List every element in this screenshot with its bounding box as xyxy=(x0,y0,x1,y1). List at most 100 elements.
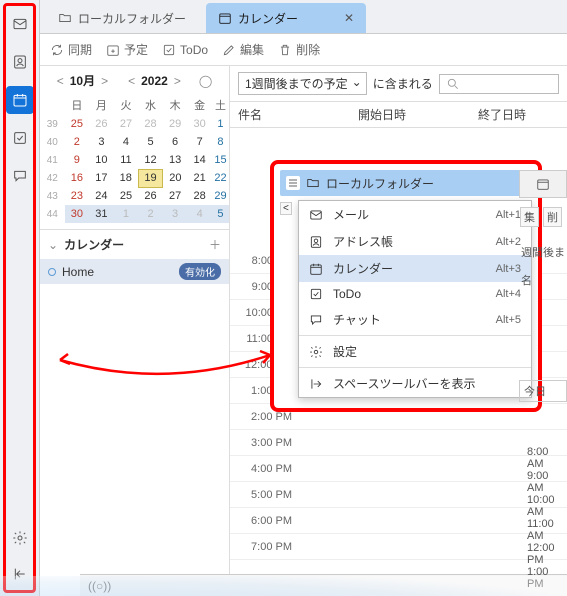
day-cell[interactable]: 8 xyxy=(212,133,229,151)
day-cell[interactable]: 31 xyxy=(89,205,114,223)
todo-icon[interactable] xyxy=(6,124,34,152)
prev-button[interactable]: < xyxy=(280,202,292,215)
calendar-icon[interactable] xyxy=(519,170,567,198)
day-cell[interactable]: 19 xyxy=(138,169,163,187)
mail-icon[interactable] xyxy=(6,10,34,38)
day-cell[interactable]: 4 xyxy=(187,205,212,223)
day-cell[interactable]: 22 xyxy=(212,169,229,187)
popup-tab-label: ローカルフォルダー xyxy=(326,175,434,192)
time-label: 10:00 AM xyxy=(519,490,567,514)
day-cell[interactable]: 3 xyxy=(163,205,188,223)
menu-item-mail[interactable]: メールAlt+1 xyxy=(299,201,531,228)
day-cell[interactable]: 26 xyxy=(89,115,114,133)
time-row[interactable]: 6:00 PM xyxy=(230,508,567,534)
day-cell[interactable]: 6 xyxy=(163,133,188,151)
time-row[interactable]: 3:00 PM xyxy=(230,430,567,456)
menu-settings[interactable]: 設定 xyxy=(299,338,531,365)
menu-item-book[interactable]: アドレス帳Alt+2 xyxy=(299,228,531,255)
day-cell[interactable]: 9 xyxy=(65,151,90,169)
day-cell[interactable]: 30 xyxy=(65,205,90,223)
day-cell[interactable]: 13 xyxy=(163,151,188,169)
prev-year-button[interactable]: < xyxy=(126,74,137,88)
menu-item-todo[interactable]: ToDoAlt+4 xyxy=(299,282,531,306)
day-cell[interactable]: 28 xyxy=(187,187,212,205)
time-label: 11:00 AM xyxy=(519,514,567,538)
day-cell[interactable]: 23 xyxy=(65,187,90,205)
edit-button[interactable]: 編集 xyxy=(222,41,264,58)
chevron-down-icon[interactable]: ⌄ xyxy=(48,238,58,252)
tab-calendar[interactable]: カレンダー ✕ xyxy=(206,3,366,33)
search-input[interactable] xyxy=(439,74,559,94)
enable-badge[interactable]: 有効化 xyxy=(179,263,221,280)
folder-icon xyxy=(58,11,72,25)
gear-icon[interactable] xyxy=(6,524,34,552)
menu-icon[interactable] xyxy=(286,176,300,190)
day-cell[interactable]: 27 xyxy=(163,187,188,205)
menu-show-toolbar[interactable]: スペースツールバーを表示 xyxy=(299,370,531,397)
chat-icon[interactable] xyxy=(6,162,34,190)
time-row[interactable]: 5:00 PM xyxy=(230,482,567,508)
day-cell[interactable]: 4 xyxy=(114,133,139,151)
next-month-button[interactable]: > xyxy=(99,74,110,88)
day-cell[interactable]: 27 xyxy=(114,115,139,133)
day-cell[interactable]: 2 xyxy=(65,133,90,151)
day-cell[interactable]: 15 xyxy=(212,151,229,169)
prev-month-button[interactable]: < xyxy=(55,74,66,88)
day-cell[interactable]: 17 xyxy=(89,169,114,187)
menu-item-chat[interactable]: チャットAlt+5 xyxy=(299,306,531,333)
week-number: 40 xyxy=(40,133,65,151)
col-start[interactable]: 開始日時 xyxy=(358,106,478,123)
menu-label: チャット xyxy=(333,311,381,328)
col-subject[interactable]: 件名 xyxy=(238,106,358,123)
delete-button[interactable]: 削除 xyxy=(278,41,320,58)
day-cell[interactable]: 14 xyxy=(187,151,212,169)
calendar-icon[interactable] xyxy=(6,86,34,114)
today-btn-partial[interactable]: 今日 xyxy=(519,380,567,402)
mini-calendar[interactable]: 日月火水木金土 39252627282930140234567841910111… xyxy=(40,95,229,223)
day-cell[interactable]: 18 xyxy=(114,169,139,187)
day-cell[interactable]: 5 xyxy=(212,205,229,223)
range-dropdown[interactable]: 1週間後までの予定 ⌄ xyxy=(238,72,367,95)
sync-button[interactable]: 同期 xyxy=(50,41,92,58)
day-cell[interactable]: 21 xyxy=(187,169,212,187)
popup-highlight-box: ローカルフォルダー < メールAlt+1アドレス帳Alt+2カレンダーAlt+3… xyxy=(270,160,542,412)
day-cell[interactable]: 29 xyxy=(163,115,188,133)
collapse-icon[interactable] xyxy=(6,560,34,588)
day-cell[interactable]: 30 xyxy=(187,115,212,133)
delete-partial[interactable]: 削 xyxy=(543,207,562,227)
addressbook-icon[interactable] xyxy=(6,48,34,76)
day-cell[interactable]: 25 xyxy=(65,115,90,133)
day-cell[interactable]: 26 xyxy=(138,187,163,205)
day-cell[interactable]: 28 xyxy=(138,115,163,133)
close-icon[interactable]: ✕ xyxy=(344,11,354,25)
next-year-button[interactable]: > xyxy=(172,74,183,88)
day-cell[interactable]: 3 xyxy=(89,133,114,151)
todo-button[interactable]: ToDo xyxy=(162,43,208,57)
day-cell[interactable]: 5 xyxy=(138,133,163,151)
day-cell[interactable]: 10 xyxy=(89,151,114,169)
time-label: 1:00 PM xyxy=(519,562,567,586)
today-button[interactable]: ◯ xyxy=(197,74,214,88)
event-button[interactable]: 予定 xyxy=(106,41,148,58)
time-label: 12:00 PM xyxy=(519,538,567,562)
day-cell[interactable]: 1 xyxy=(212,115,229,133)
day-cell[interactable]: 16 xyxy=(65,169,90,187)
day-cell[interactable]: 20 xyxy=(163,169,188,187)
time-row[interactable]: 4:00 PM xyxy=(230,456,567,482)
day-cell[interactable]: 2 xyxy=(138,205,163,223)
time-row[interactable]: 7:00 PM xyxy=(230,534,567,560)
edit-partial[interactable]: 集 xyxy=(520,207,539,227)
day-cell[interactable]: 7 xyxy=(187,133,212,151)
day-cell[interactable]: 11 xyxy=(114,151,139,169)
day-cell[interactable]: 1 xyxy=(114,205,139,223)
col-end[interactable]: 終了日時 xyxy=(478,106,526,123)
day-cell[interactable]: 24 xyxy=(89,187,114,205)
add-calendar-button[interactable]: ＋ xyxy=(209,236,221,253)
tab-local-folders[interactable]: ローカルフォルダー xyxy=(46,3,206,33)
spaces-toolbar xyxy=(0,0,40,596)
day-cell[interactable]: 12 xyxy=(138,151,163,169)
day-cell[interactable]: 25 xyxy=(114,187,139,205)
day-cell[interactable]: 29 xyxy=(212,187,229,205)
calendar-item-home[interactable]: Home 有効化 xyxy=(40,259,229,284)
menu-item-cal[interactable]: カレンダーAlt+3 xyxy=(299,255,531,282)
